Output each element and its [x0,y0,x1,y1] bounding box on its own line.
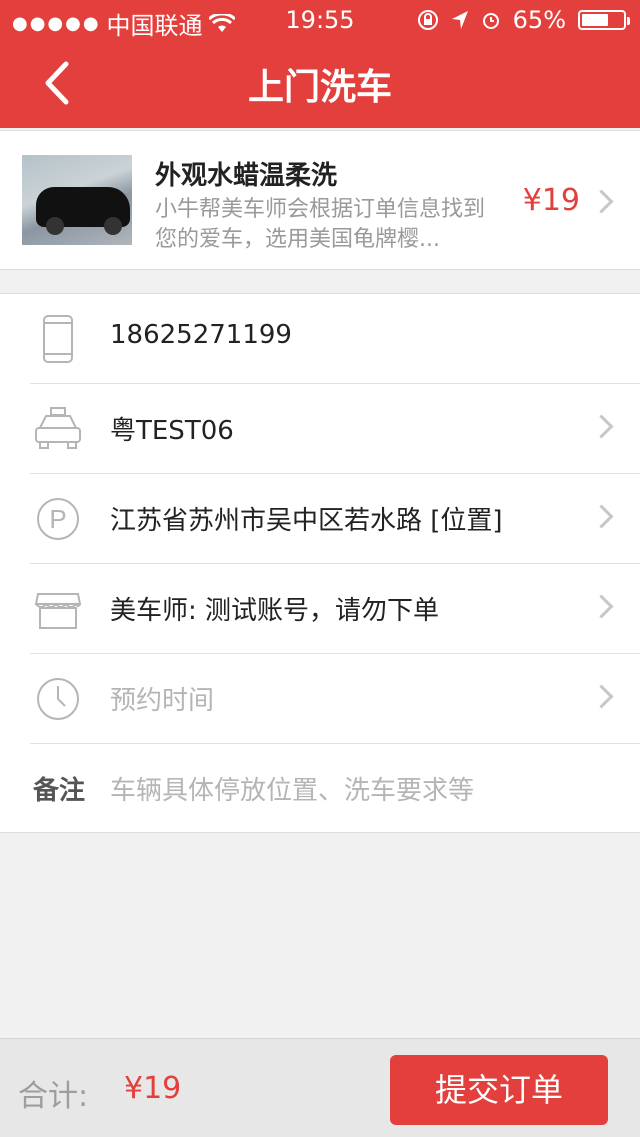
service-card[interactable]: 外观水蜡温柔洗 小牛帮美车师会根据订单信息找到您的爱车，选用美国龟牌樱... ¥… [0,130,640,270]
note-label: 备注 [33,776,86,806]
appointment-time-placeholder: 预约时间 [110,686,215,716]
time-row[interactable]: 预约时间 [0,654,640,744]
car-wheel [46,217,64,235]
chevron-right-icon [589,414,614,439]
chevron-right-icon [589,504,614,529]
page-title: 上门洗车 [247,67,392,108]
chevron-right-icon [589,684,614,709]
service-thumbnail [22,155,132,245]
order-form: 18625271199 粤TEST06 P 江苏省苏州市吴中区若水路 [位置] [0,293,640,833]
app-header: ●●●●● 中国联通 19:55 65% 上门洗车 [0,0,640,128]
note-row[interactable]: 备注 车辆具体停放位置、洗车要求等 [0,744,640,834]
status-bar: ●●●●● 中国联通 19:55 65% [0,0,640,40]
status-right: 65% [417,6,630,34]
bottom-bar: 合计: ¥19 提交订单 [0,1038,640,1137]
address-row[interactable]: P 江苏省苏州市吴中区若水路 [位置] [0,474,640,564]
battery-icon [578,10,630,30]
chevron-right-icon [589,189,614,214]
car-wheel [104,217,122,235]
service-description: 小牛帮美车师会根据订单信息找到您的爱车，选用美国龟牌樱... [155,197,486,252]
address-text: 江苏省苏州市吴中区若水路 [位置] [110,506,503,536]
plate-number: 粤TEST06 [110,416,234,446]
chevron-right-icon [589,594,614,619]
clock-icon [37,678,79,720]
alarm-icon [482,13,499,29]
battery-fill [582,14,608,26]
phone-number: 18625271199 [110,320,292,350]
location-arrow-icon [451,11,468,29]
shop-icon [34,593,82,629]
washer-row[interactable]: 美车师: 测试账号，请勿下单 [0,564,640,654]
phone-row: 18625271199 [0,294,640,384]
total-value: ¥19 [124,1071,182,1106]
parking-icon: P [37,498,79,540]
note-input[interactable]: 车辆具体停放位置、洗车要求等 [110,770,474,807]
service-price: ¥19 [522,183,580,218]
plate-row[interactable]: 粤TEST06 [0,384,640,474]
submit-order-button[interactable]: 提交订单 [390,1055,608,1125]
svg-text:P: P [49,504,66,534]
service-name: 外观水蜡温柔洗 [155,161,338,191]
washer-text: 美车师: 测试账号，请勿下单 [110,596,440,626]
phone-icon [43,315,73,363]
battery-percent: 65% [512,6,566,34]
rotation-lock-icon [417,10,438,30]
taxi-car-icon [35,407,81,449]
total-label: 合计: [18,1079,89,1114]
